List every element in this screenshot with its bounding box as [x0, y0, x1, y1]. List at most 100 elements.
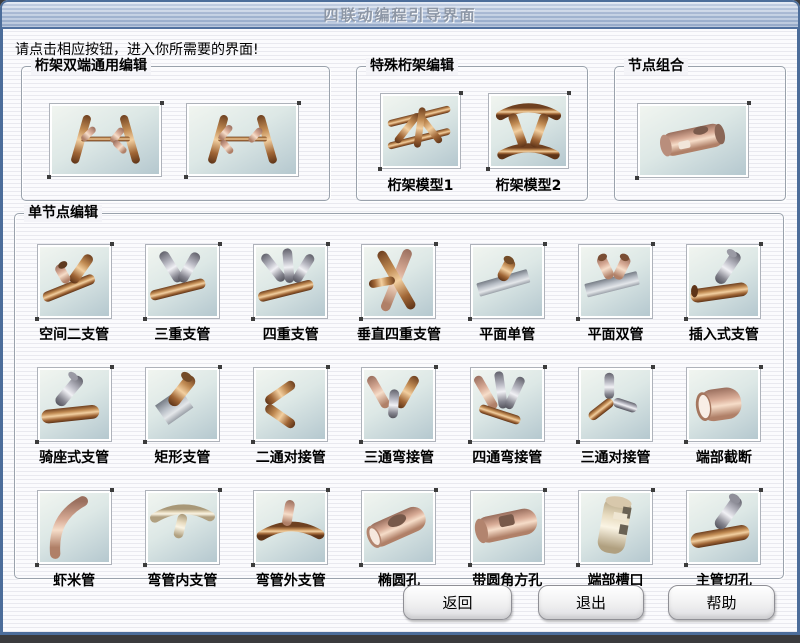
grid-tile-button[interactable]: [686, 244, 761, 319]
truss-model-1-icon: [383, 96, 458, 166]
node-combo-icon: [640, 106, 746, 175]
single-node-grid: 空间二支管 三重支管 四重支管: [20, 230, 778, 599]
grid-cell: 平面双管: [561, 230, 669, 353]
group-node-combo: 节点组合: [614, 66, 786, 201]
pipe-icon: [689, 493, 758, 562]
grid-tile-label: 四通弯接管: [472, 447, 542, 467]
title-bar[interactable]: 四联动编程引导界面: [2, 2, 798, 29]
pipe-icon: [364, 247, 433, 316]
group-truss-special: 特殊桁架编辑 桁架模型1 桁架模型2: [356, 66, 588, 201]
group-single-node: 单节点编辑 空间二支管 三重支管: [14, 213, 784, 579]
node-combo-button[interactable]: [637, 103, 749, 178]
group-truss-common: 桁架双端通用编辑: [21, 66, 330, 201]
grid-tile-button[interactable]: [470, 244, 545, 319]
pipe-icon: [148, 247, 217, 316]
grid-tile-button[interactable]: [686, 367, 761, 442]
grid-cell: 垂直四重支管: [345, 230, 453, 353]
truss-model-1-label: 桁架模型1: [380, 175, 461, 195]
grid-tile-button[interactable]: [253, 490, 328, 565]
grid-tile-label: 插入式支管: [689, 324, 759, 344]
grid-cell: 骑座式支管: [20, 353, 128, 476]
grid-cell: 空间二支管: [20, 230, 128, 353]
pipe-icon: [148, 370, 217, 439]
grid-tile-button[interactable]: [37, 367, 112, 442]
grid-tile-label: 平面单管: [479, 324, 535, 344]
grid-cell: 四重支管: [237, 230, 345, 353]
grid-cell: 弯管外支管: [237, 476, 345, 599]
truss-span-button-2[interactable]: [186, 103, 299, 177]
grid-cell: 二通对接管: [237, 353, 345, 476]
grid-cell: 三重支管: [128, 230, 236, 353]
grid-tile-label: 端部截断: [696, 447, 752, 467]
grid-tile-button[interactable]: [37, 244, 112, 319]
grid-tile-button[interactable]: [145, 490, 220, 565]
grid-tile-label: 三通对接管: [581, 447, 651, 467]
grid-tile-button[interactable]: [253, 367, 328, 442]
grid-cell: 虾米管: [20, 476, 128, 599]
grid-tile-button[interactable]: [37, 490, 112, 565]
grid-cell: 弯管内支管: [128, 476, 236, 599]
grid-cell: 矩形支管: [128, 353, 236, 476]
pipe-icon: [581, 247, 650, 316]
grid-cell: 平面单管: [453, 230, 561, 353]
pipe-icon: [364, 493, 433, 562]
instruction-text: 请点击相应按钮，进入你所需要的界面!: [15, 39, 259, 59]
grid-tile-label: 骑座式支管: [39, 447, 109, 467]
grid-tile-label: 二通对接管: [256, 447, 326, 467]
grid-tile-button[interactable]: [470, 367, 545, 442]
grid-tile-button[interactable]: [253, 244, 328, 319]
grid-tile-label: 三通弯接管: [364, 447, 434, 467]
truss-model-2-button[interactable]: [488, 93, 569, 169]
grid-tile-button[interactable]: [361, 367, 436, 442]
pipe-icon: [689, 247, 758, 316]
grid-tile-button[interactable]: [686, 490, 761, 565]
grid-cell: 端部槽口: [561, 476, 669, 599]
truss-model-1-button[interactable]: [380, 93, 461, 169]
pipe-icon: [473, 493, 542, 562]
grid-tile-button[interactable]: [470, 490, 545, 565]
group-single-node-legend: 单节点编辑: [24, 205, 102, 222]
grid-tile-button[interactable]: [361, 490, 436, 565]
grid-cell: 椭圆孔: [345, 476, 453, 599]
window-title: 四联动编程引导界面: [323, 4, 476, 25]
grid-cell: 带圆角方孔: [453, 476, 561, 599]
grid-tile-button[interactable]: [145, 367, 220, 442]
truss-span-icon: [189, 106, 296, 174]
group-truss-common-legend: 桁架双端通用编辑: [31, 58, 151, 75]
truss-model-2-icon: [491, 96, 566, 166]
exit-button[interactable]: 退出: [538, 585, 644, 620]
pipe-icon: [473, 370, 542, 439]
grid-cell: 四通弯接管: [453, 353, 561, 476]
grid-tile-label: 弯管外支管: [256, 570, 326, 590]
grid-cell: 端部截断: [670, 353, 778, 476]
pipe-icon: [40, 247, 109, 316]
truss-span-button-1[interactable]: [49, 103, 162, 177]
grid-tile-button[interactable]: [578, 244, 653, 319]
pipe-icon: [689, 370, 758, 439]
grid-tile-button[interactable]: [361, 244, 436, 319]
pipe-icon: [256, 247, 325, 316]
pipe-icon: [40, 493, 109, 562]
grid-tile-label: 空间二支管: [39, 324, 109, 344]
grid-tile-label: 虾米管: [53, 570, 95, 590]
help-button[interactable]: 帮助: [668, 585, 775, 620]
pipe-icon: [581, 370, 650, 439]
grid-tile-button[interactable]: [145, 244, 220, 319]
pipe-icon: [581, 493, 650, 562]
grid-cell: 插入式支管: [670, 230, 778, 353]
group-truss-special-legend: 特殊桁架编辑: [366, 58, 458, 75]
dialog-window: 四联动编程引导界面 请点击相应按钮，进入你所需要的界面! 桁架双端通用编辑 特殊…: [0, 0, 800, 635]
grid-tile-button[interactable]: [578, 490, 653, 565]
pipe-icon: [256, 370, 325, 439]
grid-tile-label: 四重支管: [263, 324, 319, 344]
truss-span-icon: [52, 106, 159, 174]
truss-model-2-label: 桁架模型2: [488, 175, 569, 195]
grid-cell: 三通对接管: [561, 353, 669, 476]
grid-cell: 主管切孔: [670, 476, 778, 599]
grid-tile-label: 矩形支管: [154, 447, 210, 467]
grid-tile-label: 平面双管: [588, 324, 644, 344]
grid-tile-button[interactable]: [578, 367, 653, 442]
grid-tile-label: 弯管内支管: [147, 570, 217, 590]
pipe-icon: [40, 370, 109, 439]
return-button[interactable]: 返回: [403, 585, 512, 620]
